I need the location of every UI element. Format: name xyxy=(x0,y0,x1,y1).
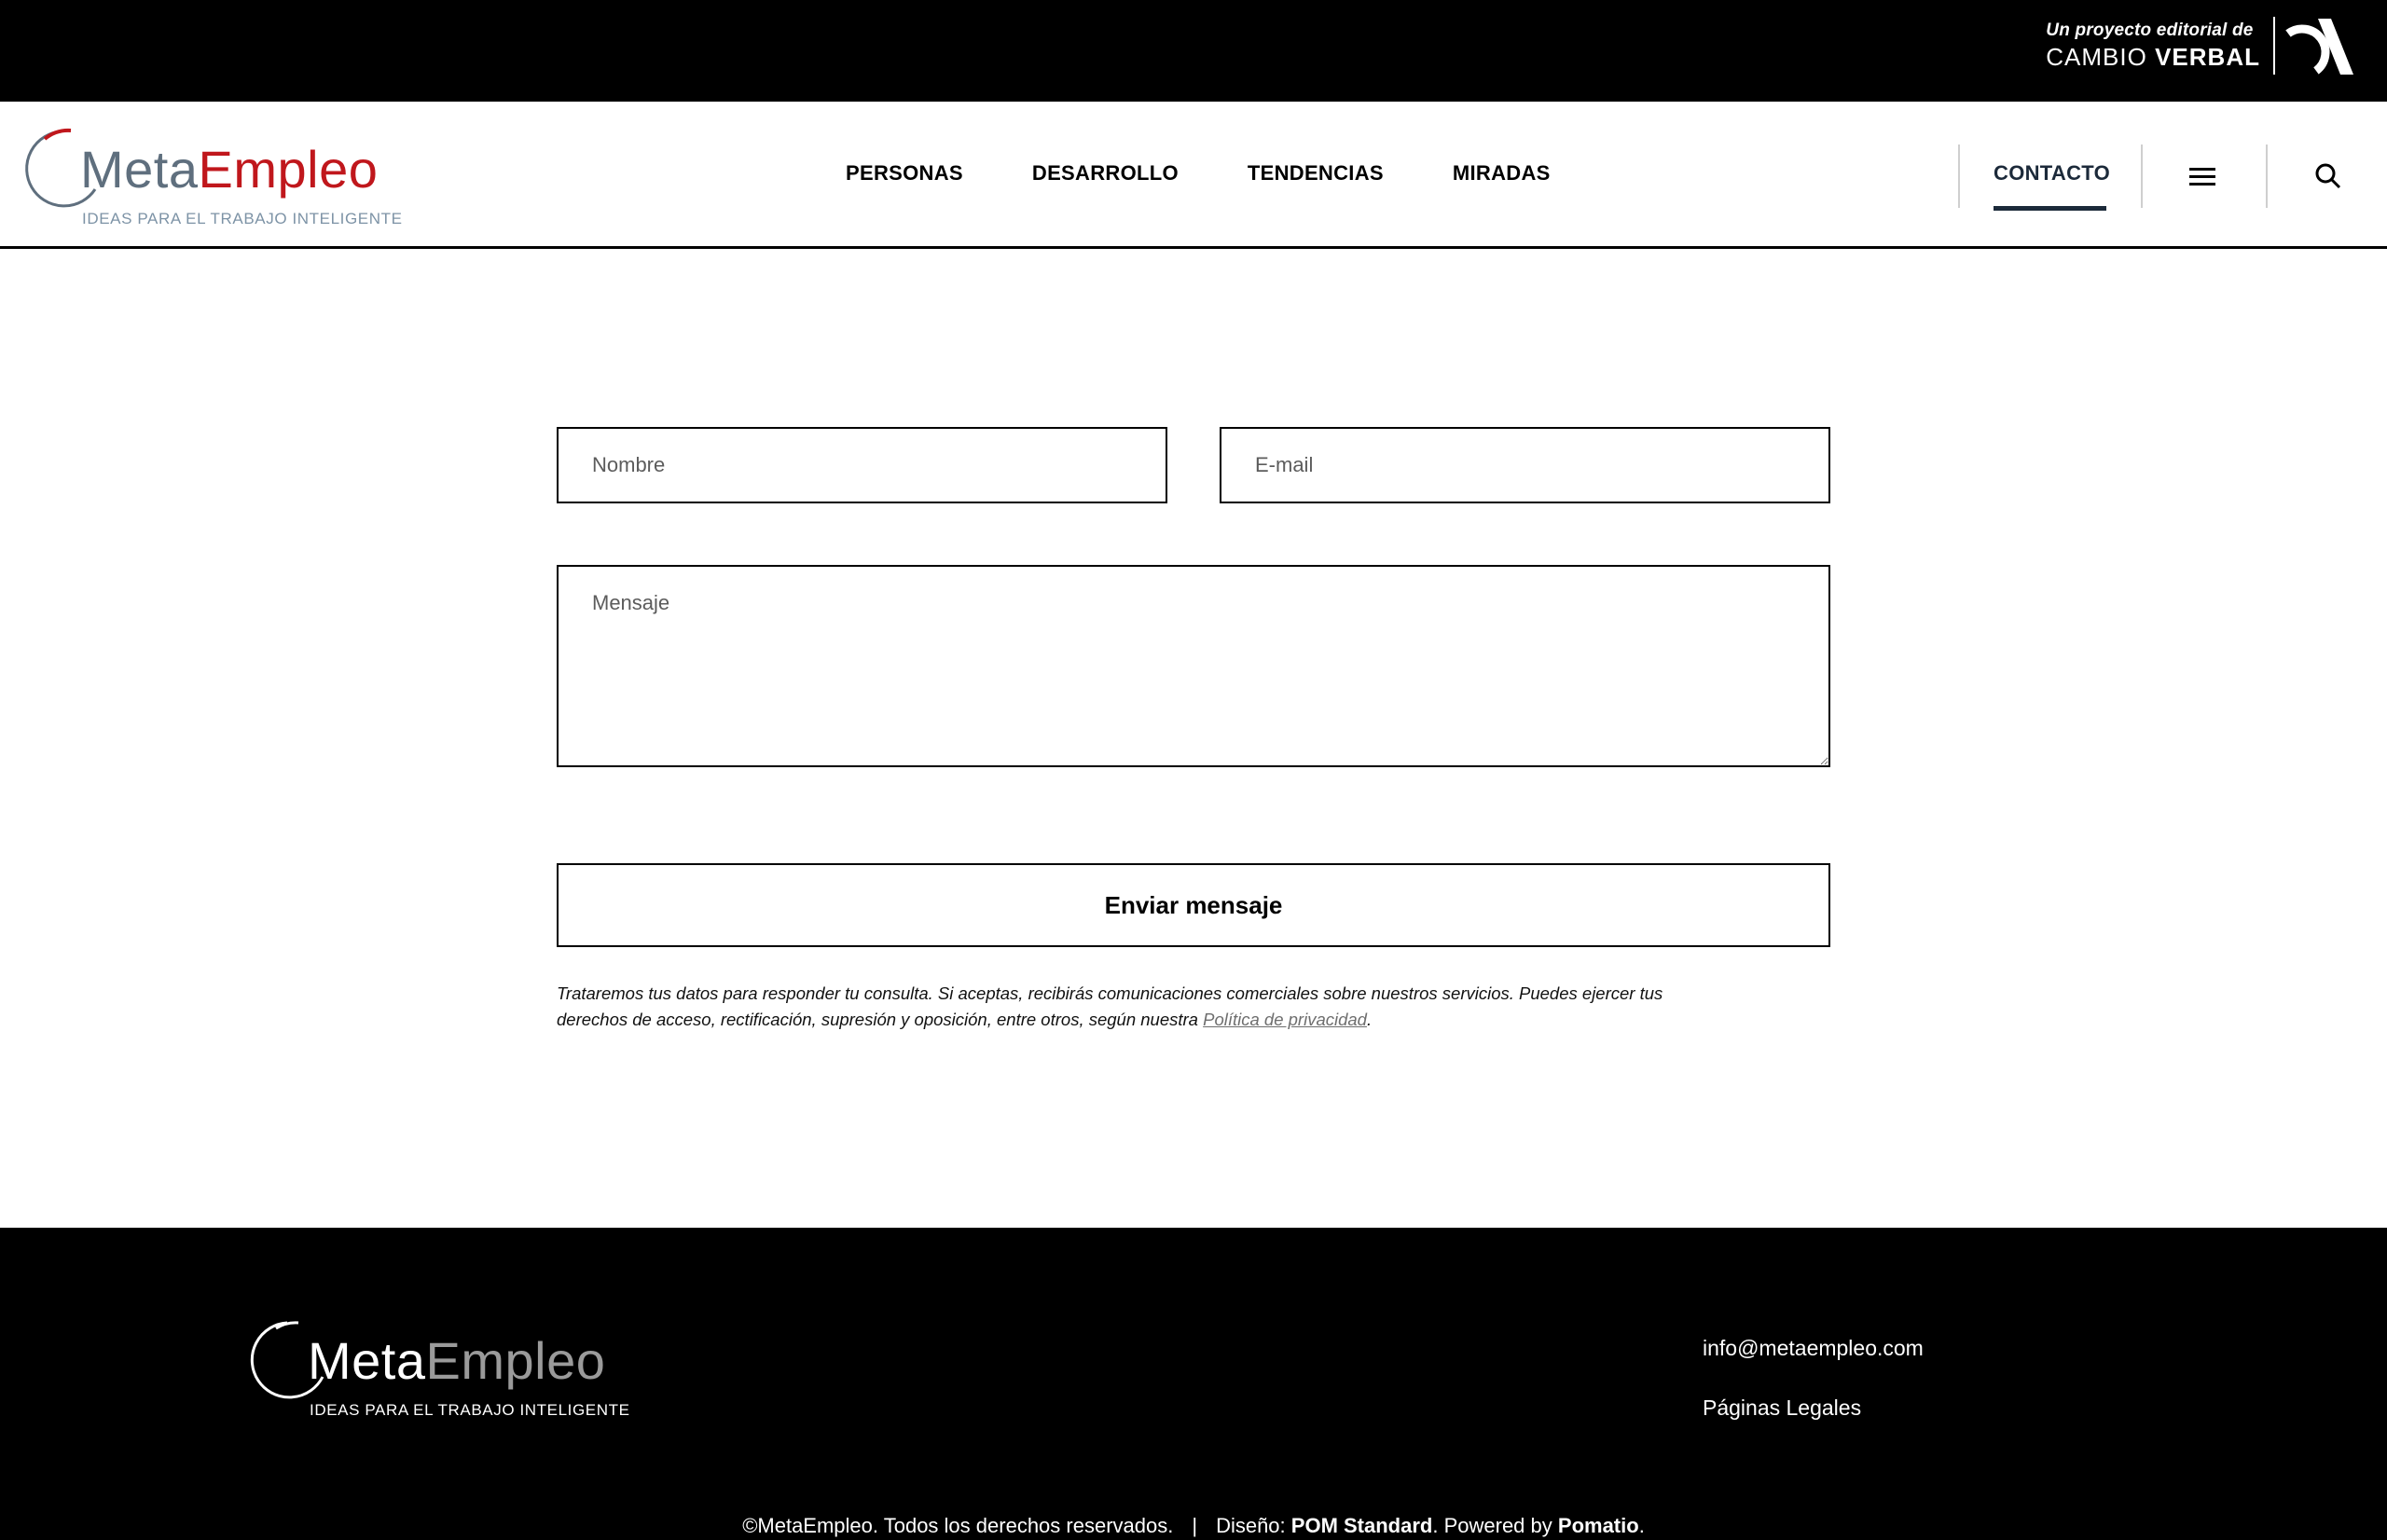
nav-divider xyxy=(2266,144,2268,208)
nav-tendencias[interactable]: TENDENCIAS xyxy=(1248,161,1384,186)
footer-legal-pages-link[interactable]: Páginas Legales xyxy=(1703,1396,1861,1421)
nav-personas[interactable]: PERSONAS xyxy=(846,161,963,186)
footer-email-link[interactable]: info@metaempleo.com xyxy=(1703,1336,1924,1361)
nav-desarrollo[interactable]: DESARROLLO xyxy=(1032,161,1179,186)
copyright-text: ©MetaEmpleo. Todos los derechos reservad… xyxy=(742,1514,1174,1537)
copyright-end: . xyxy=(1638,1514,1645,1537)
top-bar: Un proyecto editorial de CAMBIO VERBAL xyxy=(0,0,2387,102)
hamburger-icon[interactable] xyxy=(2189,165,2215,187)
main-nav: PERSONAS DESARROLLO TENDENCIAS MIRADAS xyxy=(846,161,1620,186)
footer-copyright: ©MetaEmpleo. Todos los derechos reservad… xyxy=(0,1514,2387,1538)
privacy-text-line2: derechos de acceso, rectificación, supre… xyxy=(557,1010,1198,1029)
brand-divider xyxy=(2273,17,2275,75)
metaempleo-logo[interactable]: MetaEmpleo IDEAS PARA EL TRABAJO INTELIG… xyxy=(24,122,402,232)
site-footer: MetaEmpleo IDEAS PARA EL TRABAJO INTELIG… xyxy=(0,1228,2387,1540)
design-label: Diseño: xyxy=(1216,1514,1286,1537)
powered-by-link[interactable]: Pomatio xyxy=(1558,1514,1639,1537)
powered-label: . Powered by xyxy=(1432,1514,1552,1537)
message-textarea[interactable] xyxy=(557,565,1830,767)
footer-logo-wordmark: MetaEmpleo xyxy=(308,1330,605,1391)
design-credit-link[interactable]: POM Standard xyxy=(1291,1514,1433,1537)
verbal-word: VERBAL xyxy=(2155,42,2260,71)
site-header: MetaEmpleo IDEAS PARA EL TRABAJO INTELIG… xyxy=(0,102,2387,249)
email-input[interactable] xyxy=(1220,427,1830,503)
privacy-policy-link[interactable]: Política de privacidad xyxy=(1203,1010,1367,1029)
logo-empleo-text: Empleo xyxy=(198,140,379,199)
logo-tagline: IDEAS PARA EL TRABAJO INTELIGENTE xyxy=(82,210,403,227)
privacy-text-end: . xyxy=(1366,1010,1373,1029)
nav-divider xyxy=(2141,144,2143,208)
editorial-project-label: Un proyecto editorial de xyxy=(2046,20,2254,40)
send-message-button[interactable]: Enviar mensaje xyxy=(557,863,1830,947)
active-nav-underline xyxy=(1994,206,2106,211)
cambio-verbal-name: CAMBIO VERBAL xyxy=(2046,43,2260,72)
cambio-word: CAMBIO xyxy=(2046,42,2147,71)
logo-wordmark: MetaEmpleo xyxy=(80,139,378,199)
privacy-notice: Trataremos tus datos para responder tu c… xyxy=(557,981,1830,1033)
name-input[interactable] xyxy=(557,427,1167,503)
footer-logo-meta-text: Meta xyxy=(308,1331,426,1390)
nav-divider xyxy=(1958,144,1960,208)
footer-logo[interactable]: MetaEmpleo IDEAS PARA EL TRABAJO INTELIG… xyxy=(250,1315,642,1427)
cambio-verbal-logo-icon xyxy=(2285,19,2353,75)
copyright-separator: | xyxy=(1192,1514,1198,1537)
footer-logo-tagline: IDEAS PARA EL TRABAJO INTELIGENTE xyxy=(310,1401,630,1419)
nav-miradas[interactable]: MIRADAS xyxy=(1453,161,1551,186)
footer-logo-empleo-text: Empleo xyxy=(425,1331,606,1390)
privacy-text-line1: Trataremos tus datos para responder tu c… xyxy=(557,983,1663,1003)
search-icon[interactable] xyxy=(2314,162,2342,190)
logo-meta-text: Meta xyxy=(80,140,199,199)
cambio-verbal-brand[interactable]: Un proyecto editorial de CAMBIO VERBAL xyxy=(2046,15,2355,76)
nav-contacto[interactable]: CONTACTO xyxy=(1994,161,2110,186)
